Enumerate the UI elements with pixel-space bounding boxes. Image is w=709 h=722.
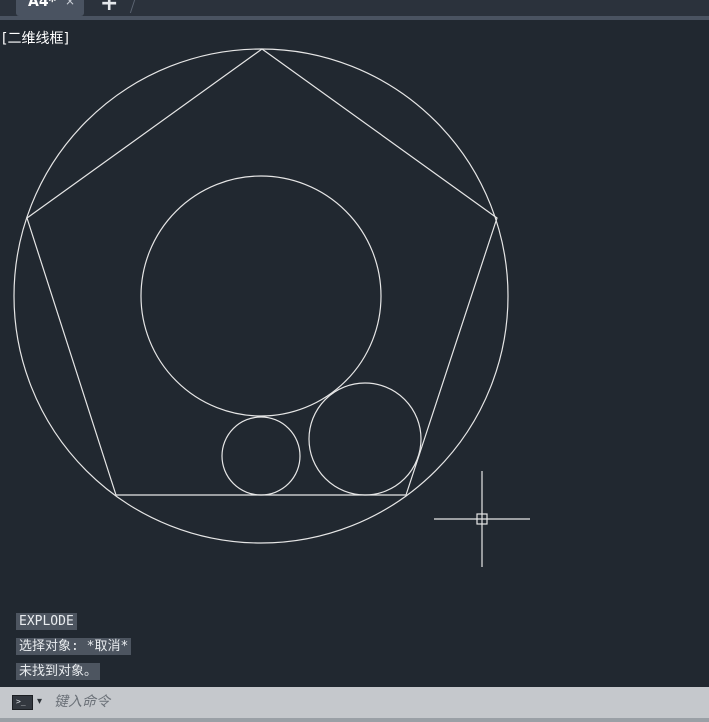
command-history-line: EXPLODE bbox=[16, 613, 77, 630]
command-history-line: 未找到对象。 bbox=[16, 663, 101, 680]
drawing-canvas[interactable] bbox=[0, 0, 709, 687]
status-strip bbox=[0, 718, 709, 722]
chevron-down-icon[interactable]: ▾ bbox=[37, 697, 42, 707]
command-history-button[interactable]: >_ ▾ bbox=[10, 694, 48, 712]
small-circle[interactable] bbox=[221, 416, 301, 496]
command-line-icon: >_ bbox=[12, 695, 33, 710]
command-line-bar: >_ ▾ bbox=[0, 687, 709, 718]
medium-circle[interactable] bbox=[308, 382, 422, 496]
large-inner-circle[interactable] bbox=[140, 175, 382, 417]
pentagon[interactable] bbox=[26, 48, 498, 496]
command-input[interactable] bbox=[54, 691, 694, 713]
crosshair-cursor bbox=[434, 471, 530, 567]
circumscribed-circle[interactable] bbox=[13, 48, 509, 544]
command-history-line: 选择对象: *取消* bbox=[16, 638, 132, 655]
